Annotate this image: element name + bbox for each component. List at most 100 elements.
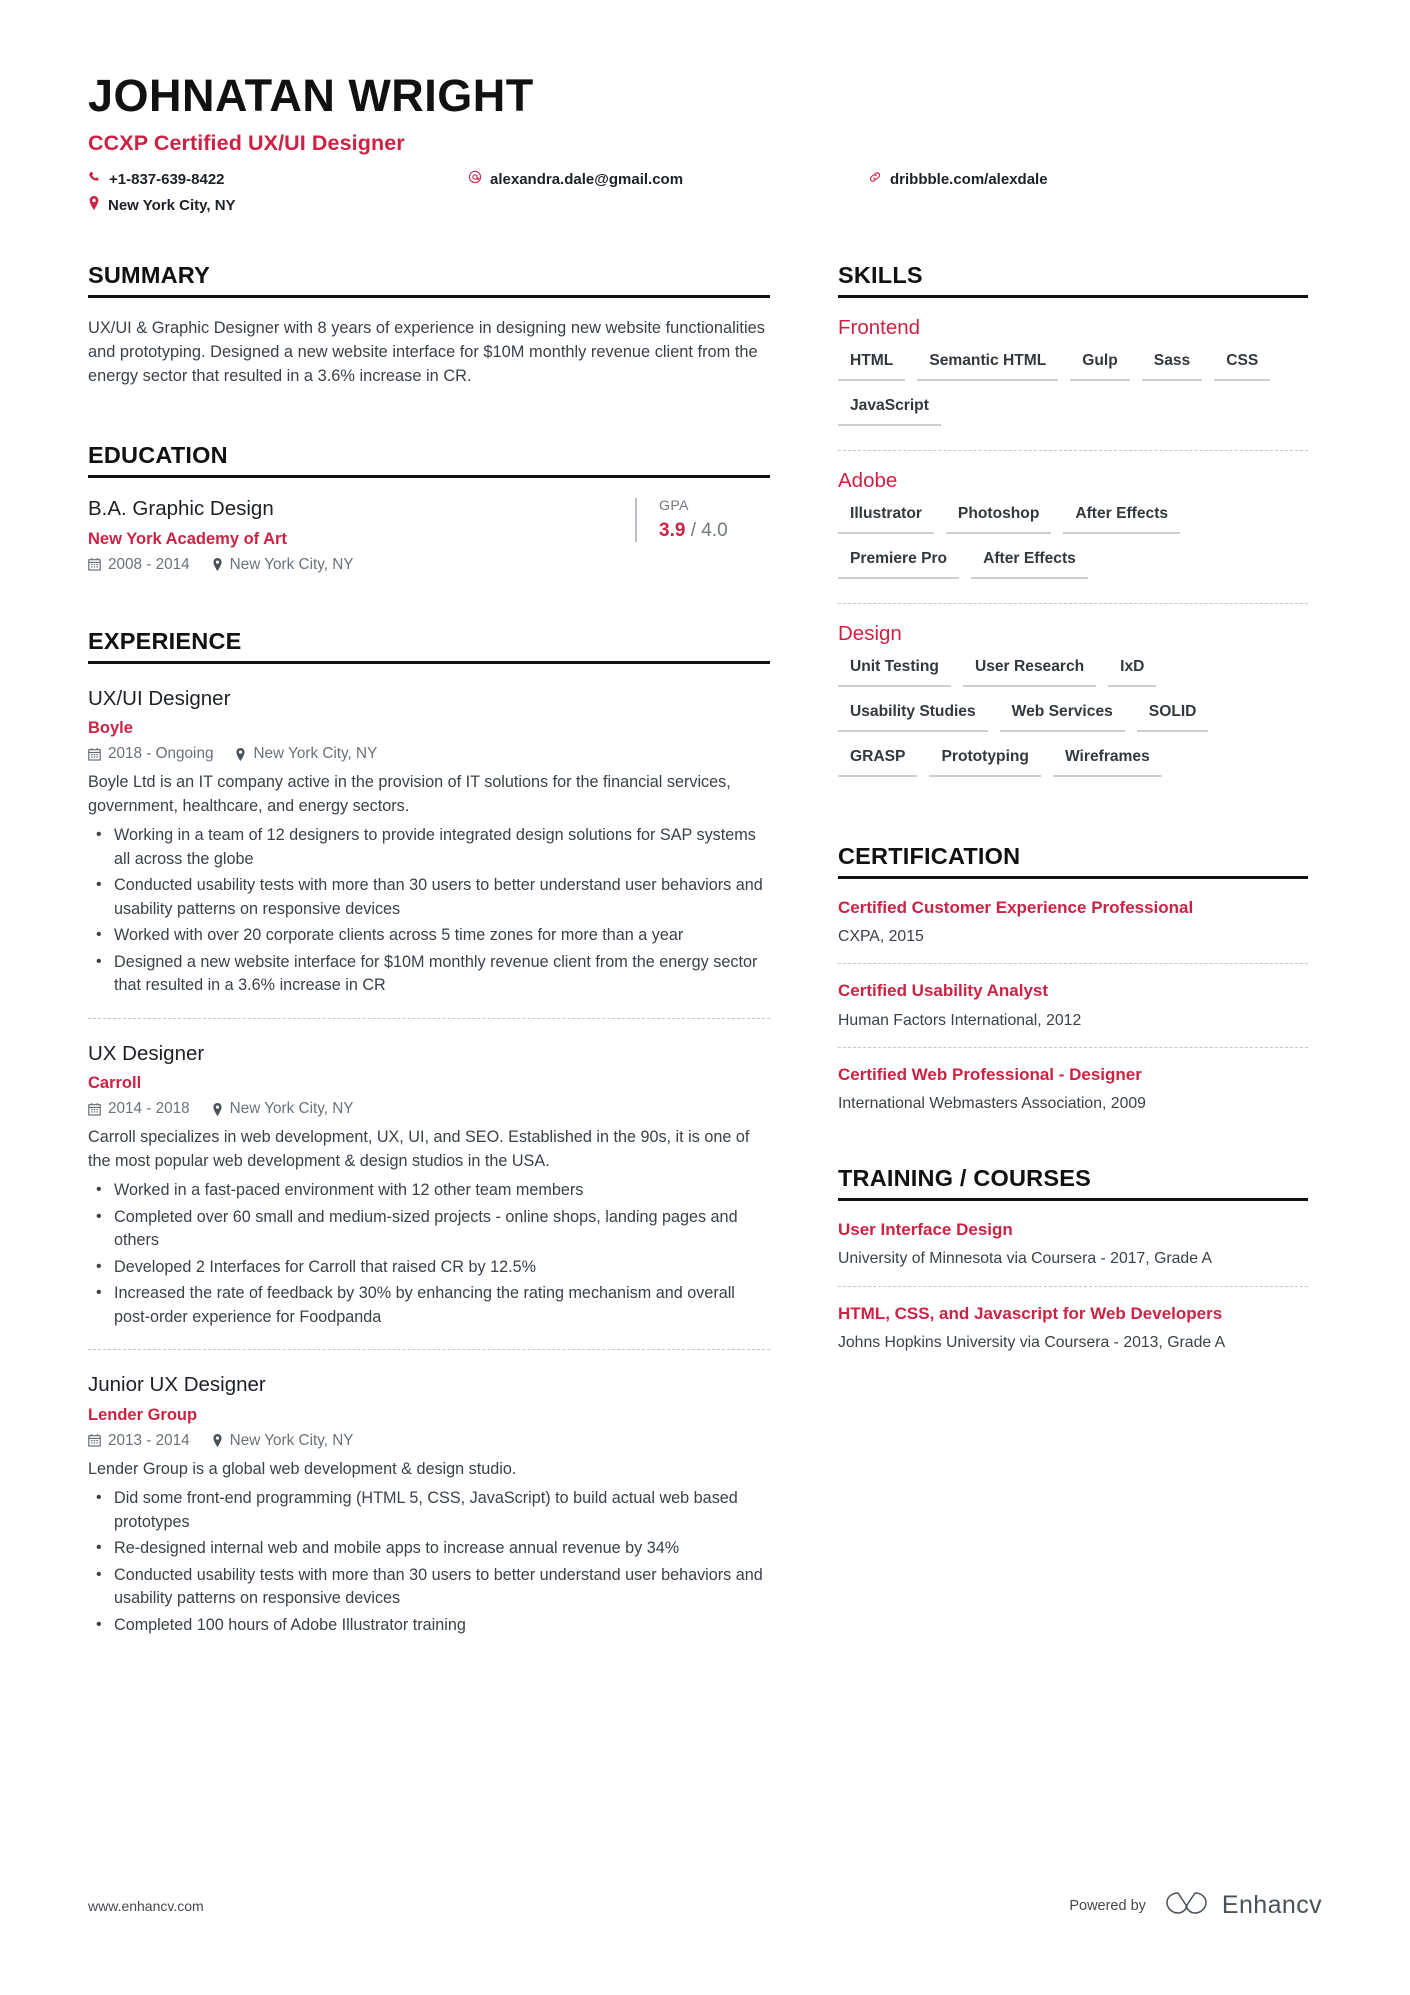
skill-badges: HTML Semantic HTML Gulp Sass CSS JavaScr…	[838, 352, 1308, 442]
education-location: New York City, NY	[212, 556, 354, 574]
calendar-icon	[88, 1102, 101, 1116]
skill-badge[interactable]: Semantic HTML	[917, 352, 1059, 381]
skill-badges: Illustrator Photoshop After Effects Prem…	[838, 505, 1308, 595]
skills-rule	[838, 294, 1308, 298]
skill-badge[interactable]: IxD	[1108, 658, 1157, 687]
education-location-text: New York City, NY	[229, 555, 354, 573]
job-dates-text: 2018 - Ongoing	[108, 745, 214, 763]
phone-icon	[88, 171, 101, 184]
skill-badge[interactable]: CSS	[1214, 352, 1271, 381]
job-meta: 2018 - Ongoing New York City, NY	[88, 745, 770, 763]
footer-url[interactable]: www.enhancv.com	[88, 1898, 204, 1914]
education-meta: 2008 - 2014 New York City, NY	[88, 556, 635, 574]
education-degree: B.A. Graphic Design	[88, 496, 274, 520]
certification-rule	[838, 875, 1308, 879]
certification-subtitle: International Webmasters Association, 20…	[838, 1095, 1146, 1113]
skills-divider	[838, 602, 1308, 604]
skill-badge[interactable]: Prototyping	[929, 748, 1041, 777]
professional-title: CCXP Certified UX/UI Designer	[88, 130, 405, 155]
skill-badge[interactable]: SOLID	[1136, 703, 1209, 732]
training-rule	[838, 1198, 1308, 1202]
skill-badge[interactable]: Web Services	[999, 703, 1125, 732]
gpa-scale: / 4.0	[690, 519, 728, 541]
summary-heading: SUMMARY	[88, 261, 210, 288]
skill-badge[interactable]: Illustrator	[838, 505, 934, 534]
job-location-text: New York City, NY	[229, 1100, 354, 1118]
skill-badge[interactable]: Usability Studies	[838, 703, 988, 732]
skill-group-frontend: Frontend HTML Semantic HTML Gulp Sass CS…	[838, 316, 1308, 442]
skill-badge[interactable]: GRASP	[838, 748, 918, 777]
skill-badge[interactable]: Wireframes	[1052, 748, 1162, 777]
skills-divider	[838, 449, 1308, 451]
section-training: TRAINING / COURSES User Interface Design…	[838, 1165, 1308, 1354]
education-entry-main: B.A. Graphic Design New York Academy of …	[88, 496, 635, 574]
job-dates: 2014 - 2018	[88, 1100, 190, 1118]
job-location-text: New York City, NY	[229, 1431, 354, 1449]
job-title: UX Designer	[88, 1041, 205, 1065]
map-pin-icon	[212, 1434, 223, 1448]
contact-portfolio-link[interactable]: dribbble.com/alexdale	[868, 170, 1208, 188]
training-title: User Interface Design	[838, 1220, 1013, 1240]
job-title: UX/UI Designer	[88, 686, 231, 710]
skill-badge[interactable]: HTML	[838, 352, 906, 381]
skill-badge[interactable]: JavaScript	[838, 397, 941, 426]
resume-body: SUMMARY UX/UI & Graphic Designer with 8 …	[88, 262, 1322, 1647]
experience-divider	[88, 1349, 770, 1351]
education-school: New York Academy of Art	[88, 529, 287, 548]
map-pin-icon	[235, 747, 246, 761]
skill-badge[interactable]: Sass	[1141, 352, 1203, 381]
job-meta: 2013 - 2014 New York City, NY	[88, 1432, 770, 1450]
skill-badge[interactable]: Premiere Pro	[838, 550, 960, 579]
education-rule	[88, 474, 770, 478]
skill-badge[interactable]: Unit Testing	[838, 658, 951, 687]
skill-badge[interactable]: After Effects	[1063, 505, 1181, 534]
enhancv-wordmark: Enhancv	[1221, 1891, 1322, 1919]
job-bullet: Completed over 60 small and medium-sized…	[88, 1205, 770, 1253]
contact-email-text: alexandra.dale@gmail.com	[490, 170, 684, 188]
calendar-icon	[88, 747, 101, 761]
contact-email[interactable]: alexandra.dale@gmail.com	[468, 170, 868, 188]
experience-heading: EXPERIENCE	[88, 627, 242, 654]
certification-entry: Certified Usability Analyst Human Factor…	[838, 980, 1308, 1031]
contact-location: New York City, NY	[88, 195, 468, 214]
job-bullet: Worked with over 20 corporate clients ac…	[88, 923, 770, 947]
training-subtitle: University of Minnesota via Coursera - 2…	[838, 1250, 1213, 1268]
certification-subtitle: CXPA, 2015	[838, 927, 924, 945]
job-bullet: Completed 100 hours of Adobe Illustrator…	[88, 1613, 770, 1637]
skill-badges: Unit Testing User Research IxD Usability…	[838, 658, 1308, 793]
resume-page: JOHNATAN WRIGHT CCXP Certified UX/UI Des…	[0, 0, 1410, 1995]
job-company: Carroll	[88, 1074, 142, 1093]
gpa-label: GPA	[659, 497, 689, 514]
job-bullet: Working in a team of 12 designers to pro…	[88, 823, 770, 871]
skill-badge[interactable]: Gulp	[1070, 352, 1130, 381]
section-summary: SUMMARY UX/UI & Graphic Designer with 8 …	[88, 262, 770, 388]
job-company: Boyle	[88, 719, 133, 738]
job-meta: 2014 - 2018 New York City, NY	[88, 1100, 770, 1118]
job-location: New York City, NY	[212, 1100, 354, 1118]
certification-title: Certified Usability Analyst	[838, 981, 1049, 1001]
page-title: JOHNATAN WRIGHT	[88, 70, 534, 121]
training-subtitle: Johns Hopkins University via Coursera - …	[838, 1334, 1226, 1352]
job-bullets: Did some front-end programming (HTML 5, …	[88, 1486, 770, 1637]
skill-badge[interactable]: After Effects	[971, 550, 1088, 579]
skill-badge[interactable]: Photoshop	[945, 505, 1052, 534]
job-bullets: Worked in a fast-paced environment with …	[88, 1178, 770, 1329]
job-bullet: Did some front-end programming (HTML 5, …	[88, 1486, 770, 1534]
contact-phone[interactable]: +1-837-639-8422	[88, 171, 468, 188]
left-column: SUMMARY UX/UI & Graphic Designer with 8 …	[88, 262, 770, 1647]
enhancv-logo: Enhancv	[1164, 1888, 1322, 1923]
job-location: New York City, NY	[212, 1432, 354, 1450]
skill-badge[interactable]: User Research	[962, 658, 1097, 687]
page-footer: www.enhancv.com Powered by Enhancv	[88, 1888, 1322, 1923]
job-bullet: Re-designed internal web and mobile apps…	[88, 1536, 770, 1560]
at-icon	[468, 170, 482, 184]
skills-heading: SKILLS	[838, 261, 923, 288]
education-dates-text: 2008 - 2014	[108, 555, 190, 573]
contact-location-text: New York City, NY	[108, 196, 236, 214]
calendar-icon	[88, 1434, 101, 1447]
resume-header: JOHNATAN WRIGHT CCXP Certified UX/UI Des…	[88, 70, 1322, 214]
enhancv-mark-icon	[1164, 1888, 1210, 1923]
contact-block: +1-837-639-8422 alexandra.dale@gmail.com…	[88, 170, 1322, 214]
experience-entry: Junior UX Designer Lender Group 2013 - 2…	[88, 1368, 770, 1637]
